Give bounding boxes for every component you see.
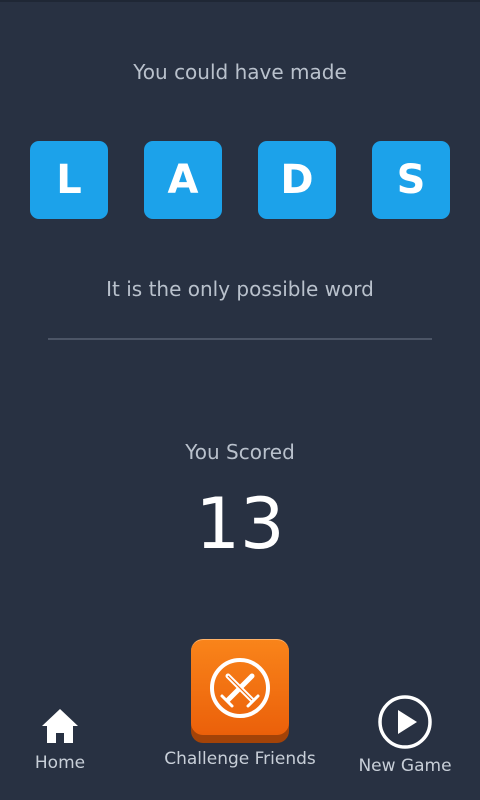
new-game-label: New Game xyxy=(358,756,452,776)
home-label: Home xyxy=(34,753,86,773)
crossed-swords-icon xyxy=(210,658,270,718)
challenge-icon-button[interactable] xyxy=(191,639,289,743)
score-value: 13 xyxy=(195,483,285,565)
game-over-screen: You could have made L A D S It is the on… xyxy=(0,0,480,800)
word-tiles: L A D S xyxy=(30,141,450,219)
challenge-friends-label: Challenge Friends xyxy=(164,749,316,769)
home-button[interactable]: Home xyxy=(20,706,100,773)
challenge-button-face xyxy=(191,639,289,735)
letter-tile: L xyxy=(30,141,108,219)
divider xyxy=(48,338,432,340)
play-circle-icon xyxy=(378,695,432,749)
letter-tile: A xyxy=(144,141,222,219)
letter-tile: S xyxy=(372,141,450,219)
home-icon xyxy=(42,709,78,743)
letter-tile: D xyxy=(258,141,336,219)
only-possible-word-text: It is the only possible word xyxy=(106,277,374,301)
could-have-made-text: You could have made xyxy=(133,60,347,84)
challenge-friends-button[interactable]: Challenge Friends xyxy=(150,639,330,769)
status-bar-edge xyxy=(0,0,480,2)
new-game-button[interactable]: New Game xyxy=(350,694,460,776)
you-scored-label: You Scored xyxy=(185,440,295,464)
